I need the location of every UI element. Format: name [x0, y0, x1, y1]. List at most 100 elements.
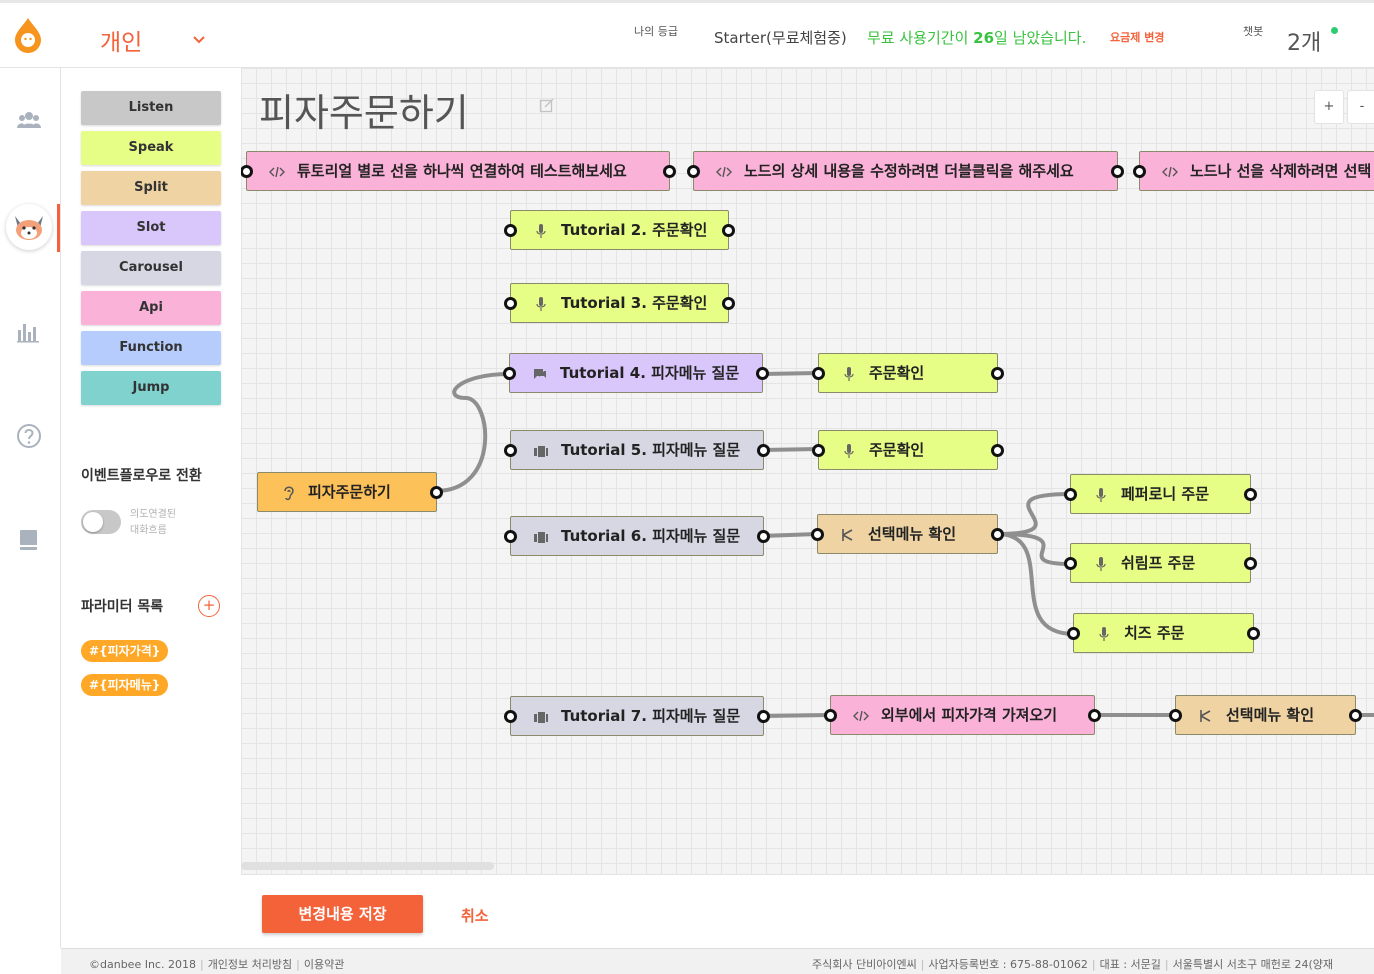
output-port[interactable] — [757, 710, 770, 723]
danbee-logo-icon[interactable] — [13, 17, 43, 53]
speak-node[interactable]: 페퍼로니 주문 — [1064, 474, 1257, 514]
node-label: 노드나 선을 삭제하려면 선택 — [1190, 162, 1372, 180]
code-icon — [716, 166, 732, 178]
flow-link — [995, 532, 1073, 566]
carousel-node[interactable]: Tutorial 7. 피자메뉴 질문 — [504, 696, 770, 736]
speak-node[interactable]: 치즈 주문 — [1067, 613, 1260, 653]
toggle-label-line2: 대화흐름 — [130, 525, 167, 536]
copyright: ©danbee Inc. 2018 — [89, 958, 196, 971]
output-port[interactable] — [756, 367, 769, 380]
flow-link — [995, 532, 1076, 636]
input-port[interactable] — [504, 444, 517, 457]
output-port[interactable] — [757, 530, 770, 543]
speak-node[interactable]: Tutorial 2. 주문확인 — [504, 210, 735, 250]
output-port[interactable] — [991, 528, 1004, 541]
company-name: 주식회사 단비아이엔씨 — [812, 958, 917, 971]
api-node[interactable]: 외부에서 피자가격 가져오기 — [824, 695, 1101, 735]
input-port[interactable] — [812, 367, 825, 380]
input-port[interactable] — [1133, 165, 1146, 178]
book-icon[interactable] — [15, 526, 43, 554]
input-port[interactable] — [504, 224, 517, 237]
input-port[interactable] — [687, 165, 700, 178]
carousel-node[interactable]: Tutorial 5. 피자메뉴 질문 — [504, 430, 770, 470]
users-icon[interactable] — [15, 106, 43, 134]
node-label: 노드의 상세 내용을 수정하려면 더블클릭을 해주세요 — [744, 162, 1074, 180]
output-port[interactable] — [1247, 627, 1260, 640]
chart-icon[interactable] — [15, 318, 43, 346]
input-port[interactable] — [504, 710, 517, 723]
api-node[interactable]: 튜토리얼 별로 선을 하나씩 연결하여 테스트해보세요 — [241, 151, 676, 191]
palette-carousel-button[interactable]: Carousel — [81, 251, 221, 285]
change-plan-link[interactable]: 요금제 변경 — [1110, 29, 1164, 45]
palette-api-button[interactable]: Api — [81, 291, 221, 325]
input-port[interactable] — [503, 367, 516, 380]
carousel-node[interactable]: Tutorial 6. 피자메뉴 질문 — [504, 516, 770, 556]
output-port[interactable] — [991, 444, 1004, 457]
flow-link — [995, 492, 1073, 536]
input-port[interactable] — [811, 528, 824, 541]
flow-canvas[interactable]: 피자주문하기 + - 튜토리얼 별로 선을 하나씩 연결하여 테스트해보세요 노… — [241, 68, 1374, 874]
add-param-button[interactable]: + — [198, 595, 220, 617]
output-port[interactable] — [1349, 709, 1362, 722]
toggle-label: 의도연결된 대화흐름 — [130, 507, 200, 539]
output-port[interactable] — [1111, 165, 1124, 178]
palette-speak-button[interactable]: Speak — [81, 131, 221, 165]
speak-node[interactable]: 주문확인 — [812, 353, 1004, 393]
chatbot-count[interactable]: 2개 — [1287, 25, 1321, 57]
param-chip[interactable]: #{피자가격} — [81, 640, 169, 662]
input-port[interactable] — [812, 444, 825, 457]
api-node[interactable]: 노드의 상세 내용을 수정하려면 더블클릭을 해주세요 — [687, 151, 1124, 191]
speak-node[interactable]: Tutorial 3. 주문확인 — [504, 283, 735, 323]
app-root: 개인 나의 등급 Starter(무료체험중) 무료 사용기간이 26일 남았습… — [0, 0, 1374, 974]
horizontal-scrollbar[interactable] — [241, 862, 494, 870]
output-port[interactable] — [663, 165, 676, 178]
node-palette: Listen Speak Split Slot Carousel Api Fun… — [61, 68, 241, 948]
cancel-button[interactable]: 취소 — [461, 905, 489, 926]
split-icon — [1200, 710, 1211, 722]
input-port[interactable] — [1064, 488, 1077, 501]
palette-function-button[interactable]: Function — [81, 331, 221, 365]
bot-avatar[interactable] — [6, 204, 52, 250]
palette-jump-button[interactable]: Jump — [81, 371, 221, 405]
input-port[interactable] — [504, 530, 517, 543]
output-port[interactable] — [1088, 709, 1101, 722]
footer-right: 주식회사 단비아이엔씨 | 사업자등록번호 : 675-88-01062 | 대표 : … — [812, 958, 1333, 971]
output-port[interactable] — [757, 444, 770, 457]
speak-node[interactable]: 쉬림프 주문 — [1064, 543, 1257, 583]
terms-link[interactable]: 이용약관 — [304, 958, 344, 971]
input-port[interactable] — [1067, 627, 1080, 640]
footer-left: ©danbee Inc. 2018 | 개인정보 처리방침 | 이용약관 — [89, 958, 345, 971]
palette-split-button[interactable]: Split — [81, 171, 221, 205]
input-port[interactable] — [241, 165, 253, 178]
chevron-down-icon[interactable] — [191, 31, 207, 47]
palette-slot-button[interactable]: Slot — [81, 211, 221, 245]
input-port[interactable] — [1169, 709, 1182, 722]
output-port[interactable] — [722, 224, 735, 237]
node-label: 페퍼로니 주문 — [1121, 485, 1210, 503]
input-port[interactable] — [504, 297, 517, 310]
privacy-link[interactable]: 개인정보 처리방침 — [208, 958, 292, 971]
split-node[interactable]: 선택메뉴 확인 — [811, 514, 1004, 554]
output-port[interactable] — [1244, 557, 1257, 570]
param-chip[interactable]: #{피자메뉴} — [81, 674, 169, 696]
help-icon[interactable] — [15, 422, 43, 450]
output-port[interactable] — [1244, 488, 1257, 501]
start-node[interactable]: 피자주문하기 — [257, 472, 443, 512]
slot-node[interactable]: Tutorial 4. 피자메뉴 질문 — [503, 353, 769, 393]
online-status-dot — [1331, 27, 1338, 34]
split-node[interactable]: 선택메뉴 확인 — [1169, 695, 1362, 735]
event-flow-toggle[interactable] — [81, 510, 121, 534]
node-label: 선택메뉴 확인 — [1226, 706, 1315, 724]
input-port[interactable] — [824, 709, 837, 722]
workspace-selector[interactable]: 개인 — [100, 23, 142, 57]
output-port[interactable] — [722, 297, 735, 310]
output-port[interactable] — [991, 367, 1004, 380]
output-port[interactable] — [430, 486, 443, 499]
ear-icon — [284, 486, 294, 501]
palette-listen-button[interactable]: Listen — [81, 91, 221, 125]
microphone-icon — [536, 297, 546, 311]
save-changes-button[interactable]: 변경내용 저장 — [262, 895, 423, 933]
speak-node[interactable]: 주문확인 — [812, 430, 1004, 470]
input-port[interactable] — [1064, 557, 1077, 570]
api-node[interactable]: 노드나 선을 삭제하려면 선택 — [1133, 151, 1374, 191]
